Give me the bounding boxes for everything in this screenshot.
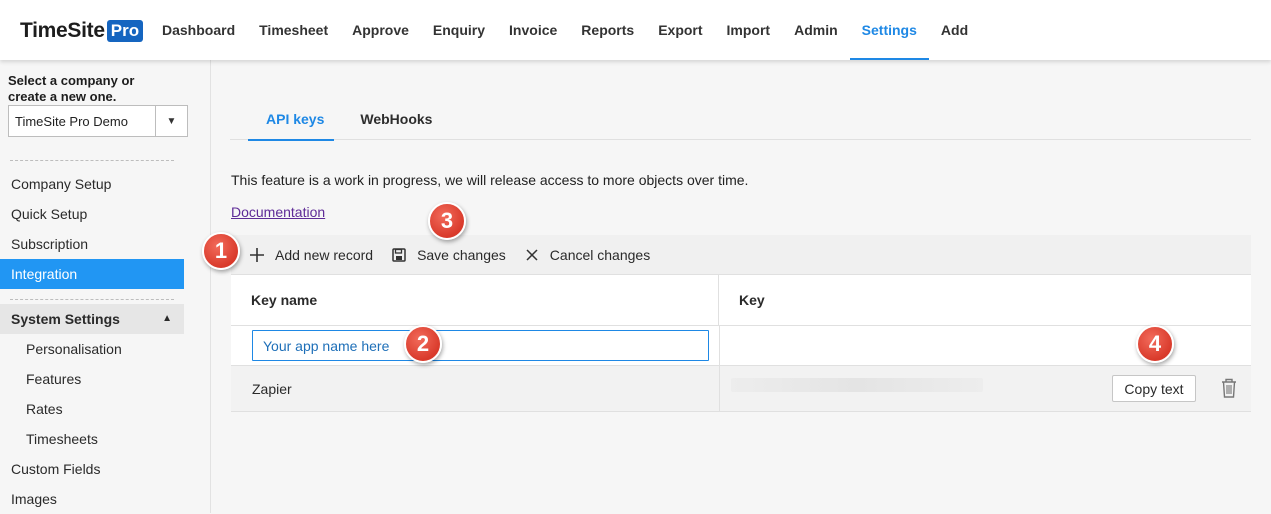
sidebar-divider [10, 299, 174, 300]
table-row[interactable]: Zapier Copy text [231, 366, 1251, 412]
trash-icon[interactable] [1219, 377, 1239, 399]
nav-reports[interactable]: Reports [569, 0, 646, 60]
sidebar-item-integration[interactable]: Integration [0, 259, 184, 289]
callout-badge: 4 [1136, 325, 1174, 363]
column-header-key-name[interactable]: Key name [231, 275, 719, 325]
logo-text: TimeSite [20, 19, 105, 42]
nav-dashboard[interactable]: Dashboard [150, 0, 247, 60]
sidebar-group-label: System Settings [11, 311, 120, 327]
sidebar-group-system-settings[interactable]: System Settings ▲ [0, 304, 184, 334]
callout-badge: 1 [202, 232, 240, 270]
sidebar: Select a company or create a new one. Ti… [0, 60, 211, 513]
save-changes-label: Save changes [417, 246, 506, 263]
close-icon [524, 247, 540, 263]
tab-api-keys[interactable]: API keys [230, 98, 342, 141]
sidebar-item-quick-setup[interactable]: Quick Setup [0, 199, 184, 229]
nav-enquiry[interactable]: Enquiry [421, 0, 497, 60]
sidebar-item-rates[interactable]: Rates [0, 394, 184, 424]
tab-bar: API keys WebHooks [230, 98, 1251, 141]
nav-export[interactable]: Export [646, 0, 714, 60]
sidebar-item-subscription[interactable]: Subscription [0, 229, 184, 259]
add-new-record-label: Add new record [275, 246, 374, 263]
row-key-name: Zapier [252, 381, 292, 397]
company-prompt: Select a company or create a new one. [8, 73, 135, 104]
nav-approve[interactable]: Approve [340, 0, 421, 60]
top-navigation-bar: TimeSite Pro Dashboard Timesheet Approve… [0, 0, 1271, 60]
column-header-key[interactable]: Key [719, 275, 785, 325]
chevron-down-icon[interactable]: ▼ [155, 106, 187, 136]
documentation-link[interactable]: Documentation [231, 204, 325, 220]
sidebar-divider [10, 160, 174, 161]
caret-up-icon: ▲ [162, 313, 172, 324]
feature-notice: This feature is a work in progress, we w… [231, 172, 749, 188]
column-separator [719, 366, 720, 412]
callout-badge: 2 [404, 325, 442, 363]
nav-add[interactable]: Add [929, 0, 980, 60]
copy-text-button[interactable]: Copy text [1112, 375, 1196, 402]
row-key-masked [731, 378, 983, 392]
sidebar-item-images[interactable]: Images [0, 484, 184, 514]
sidebar-item-company-setup[interactable]: Company Setup [0, 169, 184, 199]
main-content: API keys WebHooks This feature is a work… [212, 60, 1271, 513]
nav-import[interactable]: Import [715, 0, 783, 60]
nav-invoice[interactable]: Invoice [497, 0, 569, 60]
nav-admin[interactable]: Admin [782, 0, 850, 60]
logo-badge: Pro [106, 20, 144, 42]
cancel-changes-label: Cancel changes [549, 246, 651, 263]
sidebar-item-personalisation[interactable]: Personalisation [0, 334, 184, 364]
column-separator [719, 326, 720, 366]
callout-badge: 3 [428, 202, 466, 240]
grid-toolbar: Add new record Save changes Cancel chang… [231, 235, 1251, 274]
key-name-input[interactable] [252, 330, 709, 361]
nav-settings[interactable]: Settings [849, 0, 930, 60]
api-keys-grid: Key name Key Zapier Copy text [231, 274, 1251, 412]
nav-timesheet[interactable]: Timesheet [247, 0, 340, 60]
cancel-changes-button[interactable]: Cancel changes [524, 247, 650, 263]
company-select-value: TimeSite Pro Demo [15, 114, 128, 129]
sidebar-item-timesheets[interactable]: Timesheets [0, 424, 184, 454]
save-icon [391, 247, 407, 263]
main-nav: Dashboard Timesheet Approve Enquiry Invo… [150, 0, 980, 60]
sidebar-item-features[interactable]: Features [0, 364, 184, 394]
timesite-logo[interactable]: TimeSite Pro [20, 18, 144, 44]
grid-header: Key name Key [231, 275, 1251, 326]
company-select[interactable]: TimeSite Pro Demo ▼ [8, 105, 188, 137]
save-changes-button[interactable]: Save changes [391, 247, 506, 263]
plus-icon [249, 247, 265, 263]
add-new-record-button[interactable]: Add new record [249, 247, 373, 263]
grid-edit-row [231, 326, 1251, 366]
tab-webhooks[interactable]: WebHooks [342, 98, 450, 140]
sidebar-item-custom-fields[interactable]: Custom Fields [0, 454, 184, 484]
